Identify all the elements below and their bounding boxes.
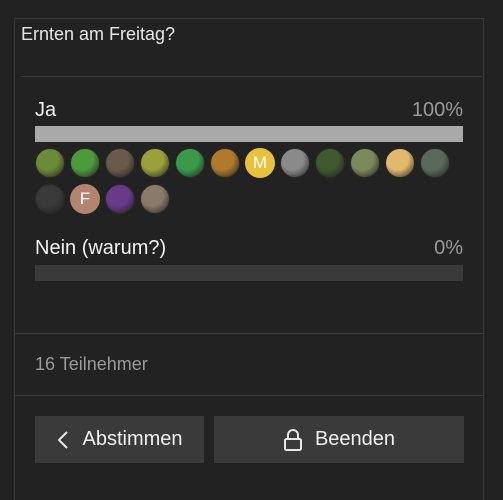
avatar-pattern[interactable] (210, 148, 240, 178)
footer-divider (14, 395, 484, 396)
avatar-purple-bud[interactable] (105, 184, 135, 214)
participants-count: 16 Teilnehmer (35, 354, 148, 374)
poll-title: Ernten am Freitag? (21, 24, 176, 44)
avatar-animal-photo[interactable] (420, 148, 450, 178)
option-label-ja: Ja (35, 99, 57, 121)
avatar-bird-photo[interactable] (140, 148, 170, 178)
lock-icon (283, 428, 303, 451)
option-bar-nein (35, 265, 463, 281)
avatar-green-frog[interactable] (70, 148, 100, 178)
avatar-letter[interactable]: M (245, 148, 275, 178)
vote-button[interactable]: Abstimmen (35, 416, 204, 463)
chevron-left-icon (56, 430, 70, 450)
avatar-person-photo[interactable] (105, 148, 135, 178)
option-label-nein: Nein (warum?) (35, 237, 167, 259)
avatar-bud-photo[interactable] (350, 148, 380, 178)
avatar-character[interactable] (175, 148, 205, 178)
avatar-cartoon-character[interactable] (385, 148, 415, 178)
close-poll-button[interactable]: Beenden (214, 416, 464, 463)
option-percent-nein: 0% (434, 237, 463, 259)
avatar-dark-photo[interactable] (35, 184, 65, 214)
option-percent-ja: 100% (411, 99, 463, 121)
vote-button-label: Abstimmen (82, 428, 183, 450)
title-divider (21, 76, 482, 77)
option-bar-ja (35, 126, 463, 142)
avatar-landscape[interactable] (280, 148, 310, 178)
avatar-plant-photo[interactable] (35, 148, 65, 178)
avatar-letter[interactable]: F (70, 184, 100, 214)
avatar-cannabis-plant[interactable] (315, 148, 345, 178)
avatar-face-photo[interactable] (140, 184, 170, 214)
close-poll-button-label: Beenden (314, 428, 396, 450)
option-bar-fill-ja (35, 126, 463, 142)
voter-avatars: MF (35, 148, 470, 214)
section-divider (14, 333, 484, 334)
